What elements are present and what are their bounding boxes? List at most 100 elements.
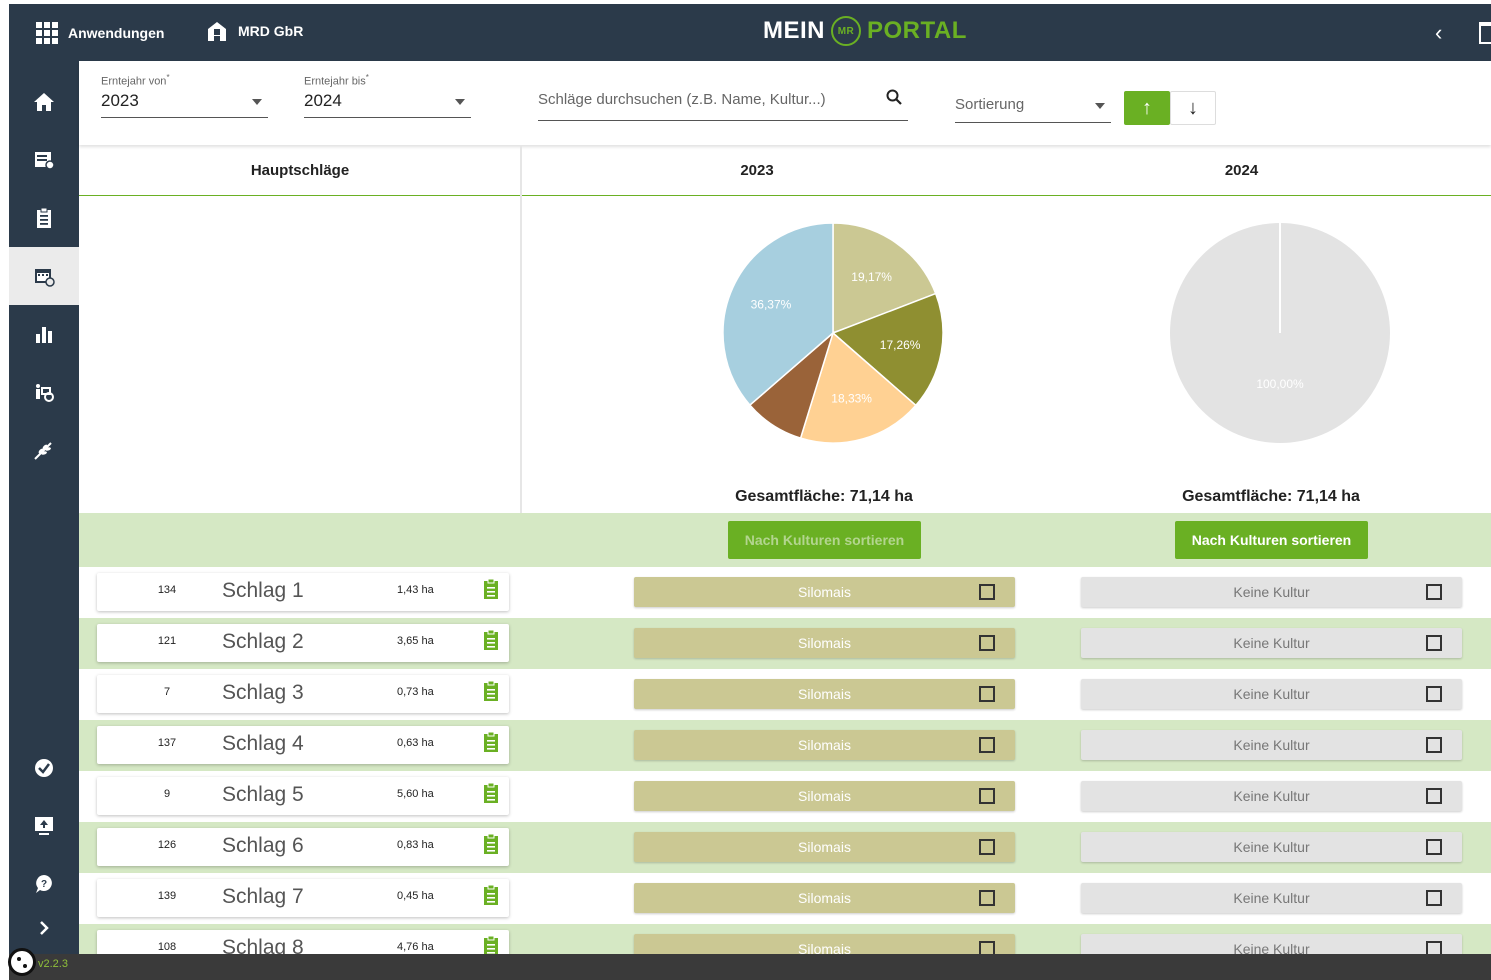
sidebar-item-home[interactable]: [9, 73, 79, 131]
culture-cell-2023[interactable]: Silomais: [634, 730, 1015, 760]
sidebar-item-remote[interactable]: [9, 797, 79, 855]
column-header-year-b: 2024: [992, 145, 1491, 196]
calendar-top-icon[interactable]: [1479, 22, 1491, 44]
year-to-select[interactable]: Erntejahr bis* 2024: [304, 61, 471, 118]
culture-label: Keine Kultur: [1233, 737, 1310, 753]
field-list-icon: [35, 152, 55, 170]
culture-cell-2024[interactable]: Keine Kultur: [1081, 730, 1462, 760]
culture-checkbox[interactable]: [979, 890, 995, 906]
portal-logo[interactable]: MEIN MR PORTAL: [763, 16, 967, 46]
chevron-left-icon[interactable]: ‹: [1435, 20, 1442, 46]
field-name: Schlag 2: [222, 630, 304, 653]
culture-checkbox[interactable]: [1426, 788, 1442, 804]
culture-checkbox[interactable]: [1426, 686, 1442, 702]
logo-badge: MR: [831, 16, 861, 46]
culture-cell-2023[interactable]: Silomais: [634, 883, 1015, 913]
culture-checkbox[interactable]: [979, 737, 995, 753]
field-area: 5,60 ha: [397, 788, 434, 800]
field-search: [538, 81, 908, 121]
field-card[interactable]: 126 Schlag 6 0,83 ha: [97, 828, 509, 866]
clipboard-icon[interactable]: [483, 731, 499, 753]
culture-cell-2023[interactable]: Silomais: [634, 577, 1015, 607]
clipboard-icon[interactable]: [483, 884, 499, 906]
culture-label: Silomais: [798, 737, 851, 753]
field-name: Schlag 6: [222, 834, 304, 857]
culture-label: Keine Kultur: [1233, 686, 1310, 702]
culture-cell-2024[interactable]: Keine Kultur: [1081, 628, 1462, 658]
sort-label: Sortierung: [955, 96, 1025, 113]
culture-cell-2023[interactable]: Silomais: [634, 832, 1015, 862]
field-card[interactable]: 9 Schlag 5 5,60 ha: [97, 777, 509, 815]
culture-label: Silomais: [798, 584, 851, 600]
search-input[interactable]: [538, 91, 868, 108]
culture-cell-2023[interactable]: Silomais: [634, 679, 1015, 709]
home-icon: [34, 93, 54, 111]
field-card[interactable]: 134 Schlag 1 1,43 ha: [97, 573, 509, 611]
culture-checkbox[interactable]: [1426, 890, 1442, 906]
field-card[interactable]: 121 Schlag 2 3,65 ha: [97, 624, 509, 662]
field-card[interactable]: 139 Schlag 7 0,45 ha: [97, 879, 509, 917]
sidebar-item-settings[interactable]: [9, 739, 79, 797]
calendar-icon: [35, 269, 55, 287]
table-row: 134 Schlag 1 1,43 ha Silomais Keine Kult…: [79, 567, 1491, 618]
company-selector[interactable]: MRD GbR: [206, 20, 303, 42]
culture-checkbox[interactable]: [1426, 584, 1442, 600]
sidebar-item-crop-planning[interactable]: [9, 247, 79, 305]
year-from-select[interactable]: Erntejahr von* 2023: [101, 61, 268, 118]
field-number: 139: [157, 890, 177, 902]
sort-select[interactable]: Sortierung: [955, 83, 1111, 123]
field-number: 126: [157, 839, 177, 851]
upload-icon: [35, 817, 53, 835]
culture-checkbox[interactable]: [1426, 839, 1442, 855]
culture-cell-2023[interactable]: Silomais: [634, 628, 1015, 658]
wheat-icon: [34, 442, 52, 460]
search-icon[interactable]: [886, 89, 902, 105]
culture-checkbox[interactable]: [979, 839, 995, 855]
settings-check-icon: [35, 759, 53, 777]
culture-checkbox[interactable]: [1426, 635, 1442, 651]
clipboard-icon[interactable]: [483, 782, 499, 804]
culture-label: Silomais: [798, 839, 851, 855]
field-name: Schlag 7: [222, 885, 304, 908]
field-card[interactable]: 137 Schlag 4 0,63 ha: [97, 726, 509, 764]
sidebar-item-records[interactable]: [9, 189, 79, 247]
culture-checkbox[interactable]: [979, 584, 995, 600]
tractor-icon: [36, 384, 54, 402]
sidebar-item-statistics[interactable]: [9, 305, 79, 363]
culture-checkbox[interactable]: [979, 635, 995, 651]
bar-chart-icon: [36, 327, 52, 343]
culture-cell-2024[interactable]: Keine Kultur: [1081, 781, 1462, 811]
culture-checkbox[interactable]: [1426, 737, 1442, 753]
sidebar-item-machines[interactable]: [9, 363, 79, 421]
apps-menu[interactable]: Anwendungen: [36, 22, 164, 44]
clipboard-icon[interactable]: [483, 833, 499, 855]
sidebar-item-fields[interactable]: [9, 131, 79, 189]
clipboard-icon[interactable]: [483, 578, 499, 600]
sort-by-culture-button-2024[interactable]: Nach Kulturen sortieren: [1175, 521, 1368, 559]
top-bar: Anwendungen MRD GbR MEIN MR PORTAL ‹: [9, 4, 1491, 61]
clipboard-icon[interactable]: [483, 629, 499, 651]
field-name: Schlag 1: [222, 579, 304, 602]
cookie-settings-icon[interactable]: [8, 948, 36, 976]
culture-cell-2024[interactable]: Keine Kultur: [1081, 883, 1462, 913]
culture-label: Keine Kultur: [1233, 635, 1310, 651]
sort-by-culture-button-2023[interactable]: Nach Kulturen sortieren: [728, 521, 921, 559]
culture-checkbox[interactable]: [979, 788, 995, 804]
field-card[interactable]: 7 Schlag 3 0,73 ha: [97, 675, 509, 713]
pie-slice-label: 17,26%: [880, 338, 921, 352]
culture-cell-2024[interactable]: Keine Kultur: [1081, 577, 1462, 607]
sort-descending-button[interactable]: ↓: [1170, 91, 1216, 125]
app-version: v2.2.3: [38, 958, 68, 970]
culture-checkbox[interactable]: [979, 686, 995, 702]
year-to-value: 2024: [304, 91, 342, 110]
clipboard-icon[interactable]: [483, 680, 499, 702]
sort-ascending-button[interactable]: ↑: [1124, 91, 1170, 125]
field-area: 1,43 ha: [397, 584, 434, 596]
culture-cell-2024[interactable]: Keine Kultur: [1081, 679, 1462, 709]
column-header-year-a: 2023: [522, 145, 992, 196]
sidebar-item-crops[interactable]: [9, 421, 79, 479]
culture-cell-2024[interactable]: Keine Kultur: [1081, 832, 1462, 862]
chart-2024: 100,00%: [992, 196, 1491, 513]
culture-cell-2023[interactable]: Silomais: [634, 781, 1015, 811]
pie-chart-2024: 100,00%: [1170, 223, 1390, 443]
